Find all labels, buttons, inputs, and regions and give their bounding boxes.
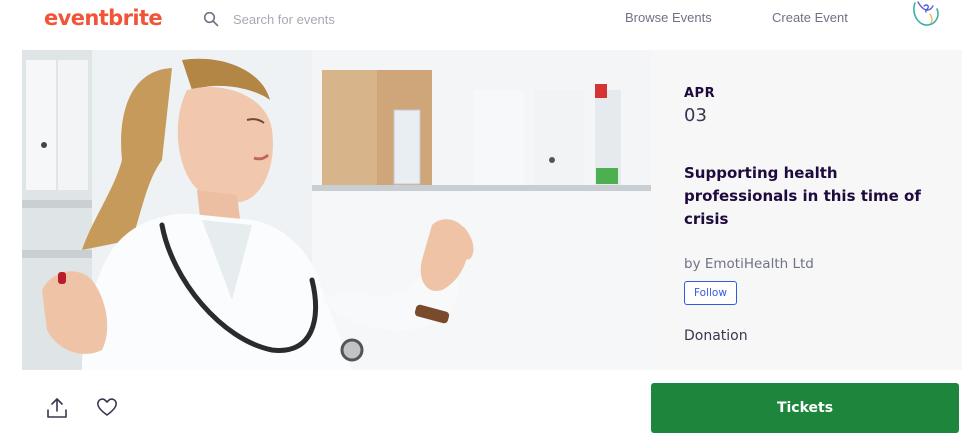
event-date-month: APR [684,86,716,101]
event-summary-panel: APR 03 Supporting health professionals i… [651,50,962,370]
browse-events-link[interactable]: Browse Events [625,10,712,25]
top-header: eventbrite Browse Events Create Event [0,0,967,42]
user-avatar-icon[interactable] [906,0,944,32]
event-price: Donation [684,328,748,344]
eventbrite-logo[interactable]: eventbrite [44,6,163,30]
tickets-button[interactable]: Tickets [651,383,959,433]
heart-icon [97,398,117,416]
event-banner-image [22,50,651,370]
event-organizer[interactable]: by EmotiHealth Ltd [684,256,814,272]
create-event-link[interactable]: Create Event [772,10,848,25]
follow-button[interactable]: Follow [684,281,737,305]
meditating-doctor-illustration [22,50,651,370]
like-button[interactable] [94,396,120,418]
search-bar[interactable] [203,8,453,30]
search-icon [203,11,219,27]
event-title: Supporting health professionals in this … [684,164,921,228]
share-button[interactable] [44,396,70,420]
share-icon [47,398,67,418]
event-date-day: 03 [684,105,707,126]
event-hero: APR 03 Supporting health professionals i… [22,50,962,370]
search-input[interactable] [233,11,453,27]
